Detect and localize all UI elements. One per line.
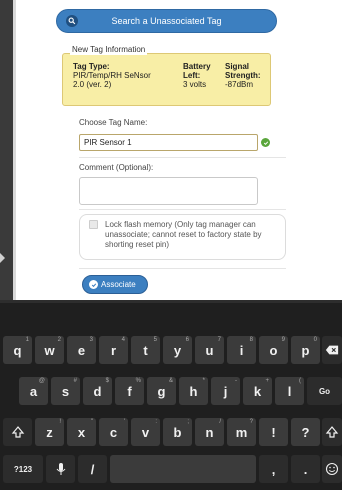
key-n[interactable]: n / [195,418,224,446]
emoji-key[interactable] [322,455,342,483]
lock-flash-label: Lock flash memory (Only tag manager can … [105,220,262,249]
key-question[interactable]: ? [291,418,320,446]
divider [79,268,286,269]
tag-name-input[interactable]: PIR Sensor 1 [79,134,258,151]
search-button-label: Search a Unassociated Tag [111,16,222,26]
associate-button[interactable]: Associate [82,275,148,294]
shift-key-right[interactable] [322,418,342,446]
shift-icon [325,426,339,438]
battery-value: 3 volts [183,80,207,89]
key-exclamation[interactable]: ! [259,418,288,446]
smiley-icon [325,462,339,476]
tag-type-value: PIR/Temp/RH SeNsor [73,71,151,80]
key-l[interactable]: l( [275,377,304,405]
key-y[interactable]: y6 [163,336,192,364]
microphone-icon [56,463,65,475]
search-unassociated-tag-button[interactable]: Search a Unassociated Tag [56,9,277,33]
key-c[interactable]: c ' [99,418,128,446]
backspace-icon [325,345,339,355]
tag-type-header: Tag Type: [73,62,110,71]
comment-textarea[interactable] [79,177,258,205]
signal-header: Signal [225,62,250,71]
key-h[interactable]: h * [179,377,208,405]
key-q[interactable]: q1 [3,336,32,364]
valid-check-icon [261,138,270,147]
key-i[interactable]: i8 [227,336,256,364]
divider [79,209,286,210]
key-s[interactable]: s # [51,377,80,405]
tag-type-version: 2.0 (ver. 2) [73,80,112,89]
search-icon [66,15,78,27]
divider [79,157,286,158]
battery-column: Battery Left: 3 volts [183,62,211,89]
key-v[interactable]: v: [131,418,160,446]
key-g[interactable]: g & [147,377,176,405]
battery-header-2: Left: [183,71,201,80]
signal-header-2: Strength: [225,71,261,80]
side-arrow-icon [0,253,5,263]
key-comma[interactable]: , [259,455,288,483]
key-k[interactable]: k + [243,377,272,405]
key-m[interactable]: m? [227,418,256,446]
key-slash[interactable]: / [78,455,107,483]
tag-type-column: Tag Type: PIR/Temp/RH SeNsor 2.0 (ver. 2… [73,62,151,89]
key-j[interactable]: j- [211,377,240,405]
associate-button-label: Associate [101,280,136,289]
key-a[interactable]: a @ [19,377,48,405]
key-p[interactable]: p0 [291,336,320,364]
voice-input-key[interactable] [46,455,75,483]
key-r[interactable]: r4 [99,336,128,364]
keyboard-top-edge [0,300,342,303]
shift-key[interactable] [3,418,32,446]
key-u[interactable]: u7 [195,336,224,364]
shift-icon [11,426,24,438]
tag-name-label: Choose Tag Name: [79,118,148,127]
key-z[interactable]: z! [35,418,64,446]
check-icon [89,280,98,289]
key-b[interactable]: b; [163,418,192,446]
signal-value: -87dBm [225,80,254,89]
key-e[interactable]: e3 [67,336,96,364]
key-d[interactable]: d $ [83,377,112,405]
lock-flash-checkbox[interactable] [89,220,98,229]
key-o[interactable]: o9 [259,336,288,364]
go-key[interactable]: Go [307,377,342,405]
signal-column: Signal Strength: -87dBm [225,62,261,89]
space-key[interactable] [110,455,256,483]
symbols-key[interactable]: ?123 [3,455,43,483]
comment-label: Comment (Optional): [79,163,154,172]
battery-header: Battery [183,62,211,71]
key-f[interactable]: f% [115,377,144,405]
key-x[interactable]: x " [67,418,96,446]
key-w[interactable]: w2 [35,336,64,364]
backspace-key[interactable] [322,336,342,364]
key-period[interactable]: . [291,455,320,483]
key-t[interactable]: t5 [131,336,160,364]
tag-info-legend: New Tag Information [70,45,148,55]
